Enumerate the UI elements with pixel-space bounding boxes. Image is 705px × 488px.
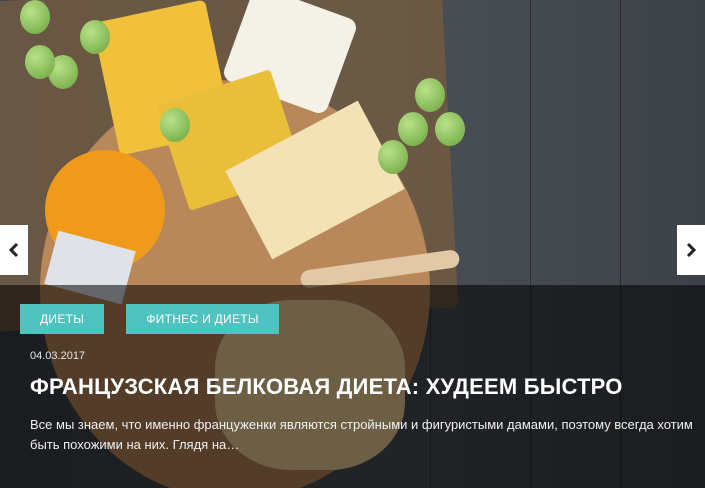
tag-diets[interactable]: ДИЕТЫ xyxy=(20,304,105,334)
tag-fitness-and-diets[interactable]: ФИТНЕС И ДИЕТЫ xyxy=(126,304,279,334)
next-slide-button[interactable] xyxy=(677,225,705,275)
chevron-left-icon xyxy=(8,242,19,258)
previous-slide-button[interactable] xyxy=(0,225,28,275)
featured-post-slider: ДИЕТЫ ФИТНЕС И ДИЕТЫ 04.03.2017 ФРАНЦУЗС… xyxy=(0,0,705,488)
category-tags: ДИЕТЫ ФИТНЕС И ДИЕТЫ xyxy=(20,304,279,334)
post-excerpt: Все мы знаем, что именно француженки явл… xyxy=(30,417,693,452)
chevron-right-icon xyxy=(686,242,697,258)
post-date: 04.03.2017 xyxy=(30,350,86,362)
post-title[interactable]: ФРАНЦУЗСКАЯ БЕЛКОВАЯ ДИЕТА: ХУДЕЕМ БЫСТР… xyxy=(30,374,623,400)
